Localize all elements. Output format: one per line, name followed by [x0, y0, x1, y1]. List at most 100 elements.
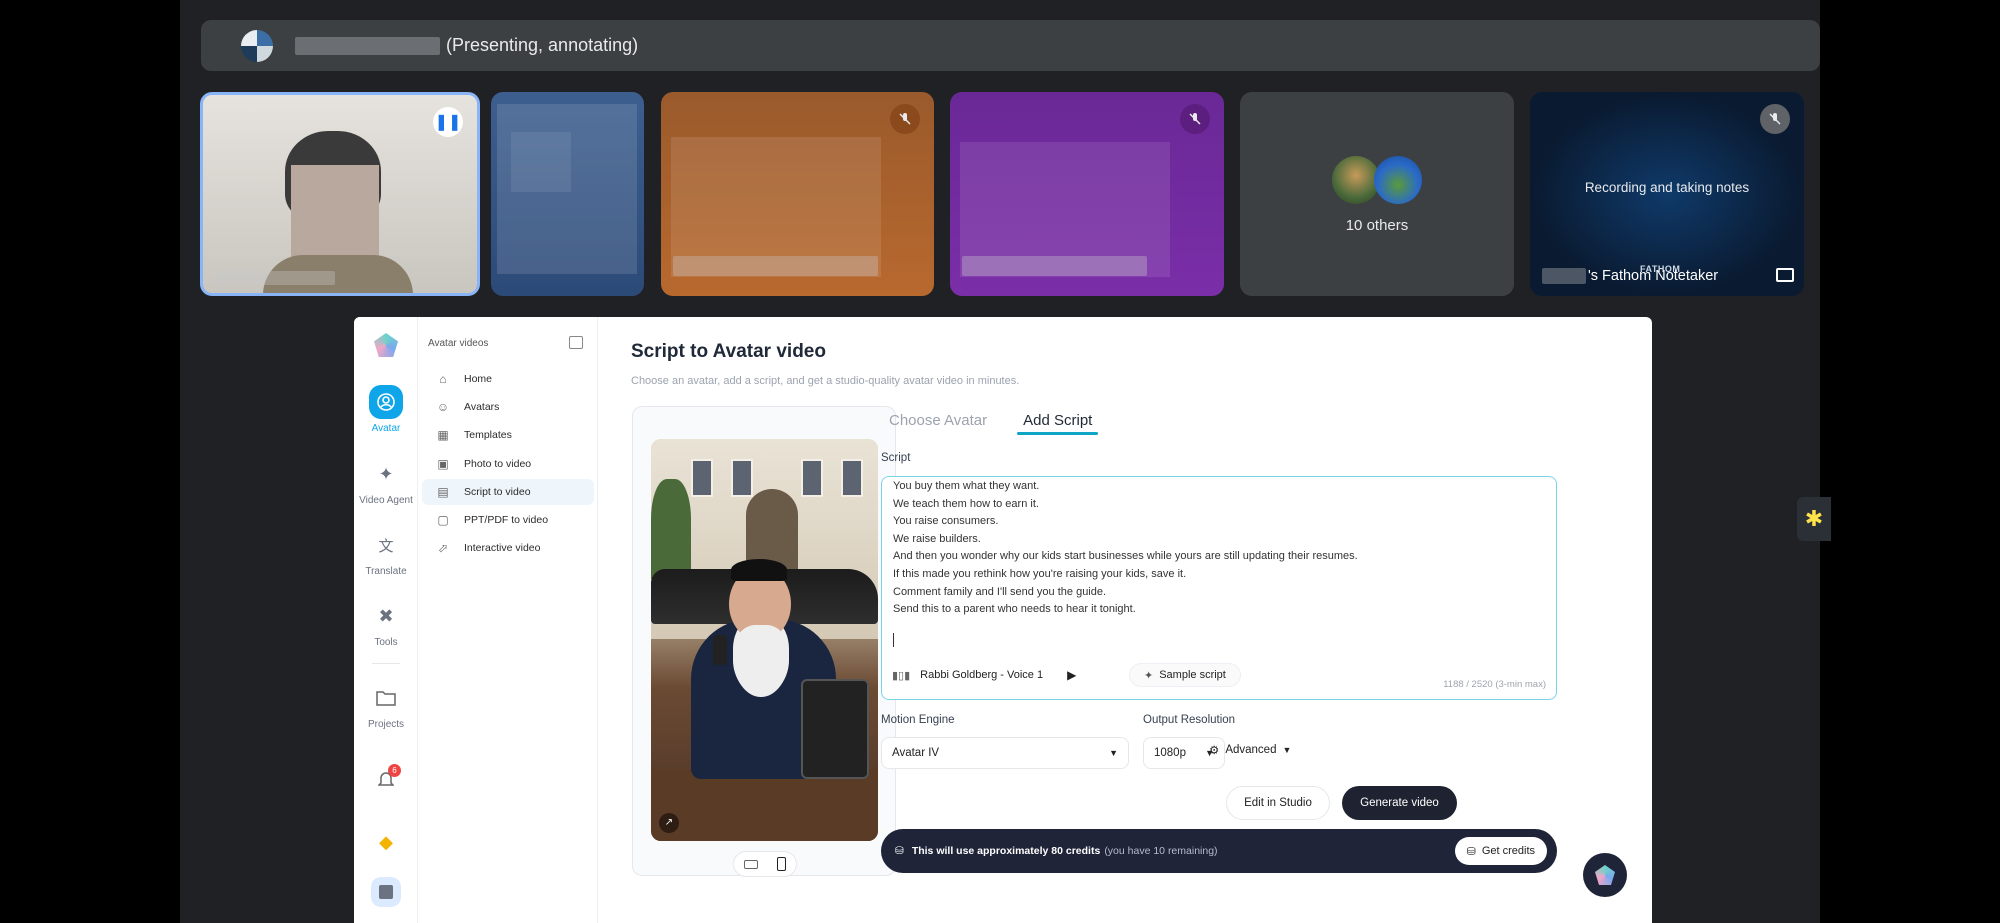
avatar-icon	[369, 385, 403, 419]
expand-icon[interactable]: ↗	[659, 813, 679, 833]
rail-divider	[372, 663, 400, 664]
avatar-preview-panel: ↗	[632, 406, 896, 877]
edit-in-studio-button[interactable]: Edit in Studio	[1226, 786, 1330, 820]
credits-remaining: (you have 10 remaining)	[1104, 845, 1218, 857]
script-editor[interactable]: You buy them what they want. We teach th…	[881, 476, 1557, 700]
brand-logo-icon	[374, 333, 398, 357]
script-label: Script	[881, 452, 911, 464]
generate-video-button[interactable]: Generate video	[1342, 786, 1457, 820]
tab-choose-avatar[interactable]: Choose Avatar	[889, 412, 987, 429]
rail-label: Tools	[374, 637, 398, 648]
photo-icon: ▣	[437, 457, 449, 471]
mic-off-icon	[1760, 104, 1790, 134]
participant-tile[interactable]: ❚❚	[200, 92, 480, 296]
sidebar-item-home[interactable]: ⌂ Home	[422, 366, 594, 392]
step-tabs: Choose Avatar Add Script	[889, 412, 1099, 435]
text-caret	[893, 633, 894, 647]
orientation-toggle[interactable]	[733, 851, 797, 877]
participant-tile[interactable]	[491, 92, 644, 296]
waveform-icon: ▮▯▮	[892, 669, 911, 682]
sidebar-item-templates[interactable]: ▦ Templates	[422, 422, 594, 448]
avatar-preview-image: ↗	[651, 439, 878, 841]
home-icon: ⌂	[439, 372, 447, 386]
face-redacted	[291, 165, 379, 257]
upgrade-button[interactable]: ◆	[354, 825, 418, 863]
brand-logo-icon	[1595, 865, 1615, 885]
notifications-button[interactable]: 6	[354, 762, 418, 800]
other-avatar	[1374, 156, 1422, 204]
presenting-status: (Presenting, annotating)	[446, 35, 639, 55]
credits-bar: ⛁ This will use approximately 80 credits…	[881, 829, 1557, 873]
sidebar-item-photo-to-video[interactable]: ▣ Photo to video	[422, 451, 594, 477]
portrait-icon[interactable]	[777, 857, 787, 871]
rail-projects[interactable]: Projects	[354, 681, 418, 730]
landscape-icon[interactable]	[743, 859, 758, 869]
template-icon: ▦	[437, 428, 449, 442]
sidebar-item-label: Interactive video	[464, 542, 541, 554]
script-icon: ▤	[437, 485, 449, 499]
participant-tile[interactable]	[950, 92, 1224, 296]
left-rail: Avatar ✦ Video Agent 文 Translate ✖ Tools…	[354, 317, 418, 923]
name-redacted	[1542, 268, 1586, 284]
sidebar-item-script-to-video[interactable]: ▤ Script to video	[422, 479, 594, 505]
sidebar-toggle-icon[interactable]	[569, 336, 583, 349]
app-window: Avatar ✦ Video Agent 文 Translate ✖ Tools…	[354, 317, 1652, 923]
microphone-icon	[713, 635, 727, 665]
others-tile[interactable]: 10 others	[1240, 92, 1514, 296]
rail-tools[interactable]: ✖ Tools	[354, 599, 418, 649]
credits-usage: This will use approximately 80 credits	[911, 845, 1101, 857]
pointer-icon: ⬀	[437, 541, 449, 555]
sidebar-item-interactive-video[interactable]: ⬀ Interactive video	[422, 535, 594, 561]
sidebar-item-avatars[interactable]: ☺ Avatars	[422, 394, 594, 420]
voice-selector[interactable]: ▮▯▮ Rabbi Goldberg - Voice 1 ▶	[892, 663, 1076, 687]
main-content: Script to Avatar video Choose an avatar,…	[598, 317, 1652, 923]
sidebar: Avatar videos ⌂ Home ☺ Avatars ▦ Templates …	[418, 317, 598, 923]
rail-video-agent[interactable]: ✦ Video Agent	[354, 457, 418, 507]
coins-icon: ⛁	[895, 845, 904, 857]
account-button[interactable]	[354, 877, 418, 911]
notetaker-name: 's Fathom Notetaker	[1588, 268, 1719, 284]
folder-icon	[369, 681, 403, 715]
rail-avatar[interactable]: Avatar	[354, 385, 418, 434]
notetaker-tile[interactable]: Recording and taking notes FATHOM 's Fat…	[1530, 92, 1804, 296]
notification-badge: 6	[388, 764, 401, 777]
tab-add-script[interactable]: Add Script	[1017, 412, 1099, 435]
rail-translate[interactable]: 文 Translate	[354, 528, 418, 578]
rail-label: Projects	[367, 719, 405, 730]
participant-tile[interactable]	[661, 92, 934, 296]
wand-icon: ✦	[378, 463, 394, 484]
output-resolution-label: Output Resolution	[1143, 714, 1236, 726]
advanced-label: Advanced	[1225, 744, 1277, 756]
sidebar-item-label: PPT/PDF to video	[464, 514, 549, 526]
gear-icon: ⚙	[1209, 745, 1220, 757]
presenter-bar: (Presenting, annotating)	[201, 20, 1820, 71]
get-credits-button[interactable]: ⛁ Get credits	[1454, 837, 1547, 865]
meet-stage: (Presenting, annotating) ❚❚ 10 others Re…	[180, 0, 1831, 923]
chevron-down-icon: ▼	[1282, 745, 1292, 755]
page-subtitle: Choose an avatar, add a script, and get …	[631, 375, 1020, 387]
script-text[interactable]: You buy them what they want. We teach th…	[893, 478, 1358, 619]
mic-off-icon	[890, 104, 920, 134]
pip-icon[interactable]	[1776, 268, 1794, 282]
play-icon[interactable]: ▶	[1067, 668, 1076, 682]
sidebar-item-label: Avatars	[464, 401, 500, 413]
assistant-button[interactable]	[1583, 853, 1627, 897]
sample-script-label: Sample script	[1159, 669, 1226, 681]
get-credits-label: Get credits	[1481, 845, 1535, 857]
name-redacted	[673, 256, 878, 276]
page-title: Script to Avatar video	[631, 341, 826, 362]
account-icon	[371, 877, 401, 907]
sparkle-widget-icon[interactable]: ✱	[1797, 497, 1831, 541]
translate-icon: 文	[378, 537, 394, 555]
motion-engine-value: Avatar IV	[892, 747, 940, 759]
motion-engine-select[interactable]: Avatar IV ▼	[881, 737, 1129, 769]
sidebar-item-ppt-pdf[interactable]: ▢ PPT/PDF to video	[422, 507, 594, 533]
bell-icon: 6	[369, 762, 403, 796]
sample-script-button[interactable]: ✦ Sample script	[1129, 663, 1241, 687]
gem-icon: ◆	[379, 831, 393, 852]
rail-label: Avatar	[371, 423, 401, 434]
tools-icon: ✖	[378, 605, 394, 626]
motion-engine-label: Motion Engine	[881, 714, 955, 726]
mic-off-icon	[1180, 104, 1210, 134]
advanced-button[interactable]: ⚙ Advanced ▼	[1209, 743, 1291, 757]
